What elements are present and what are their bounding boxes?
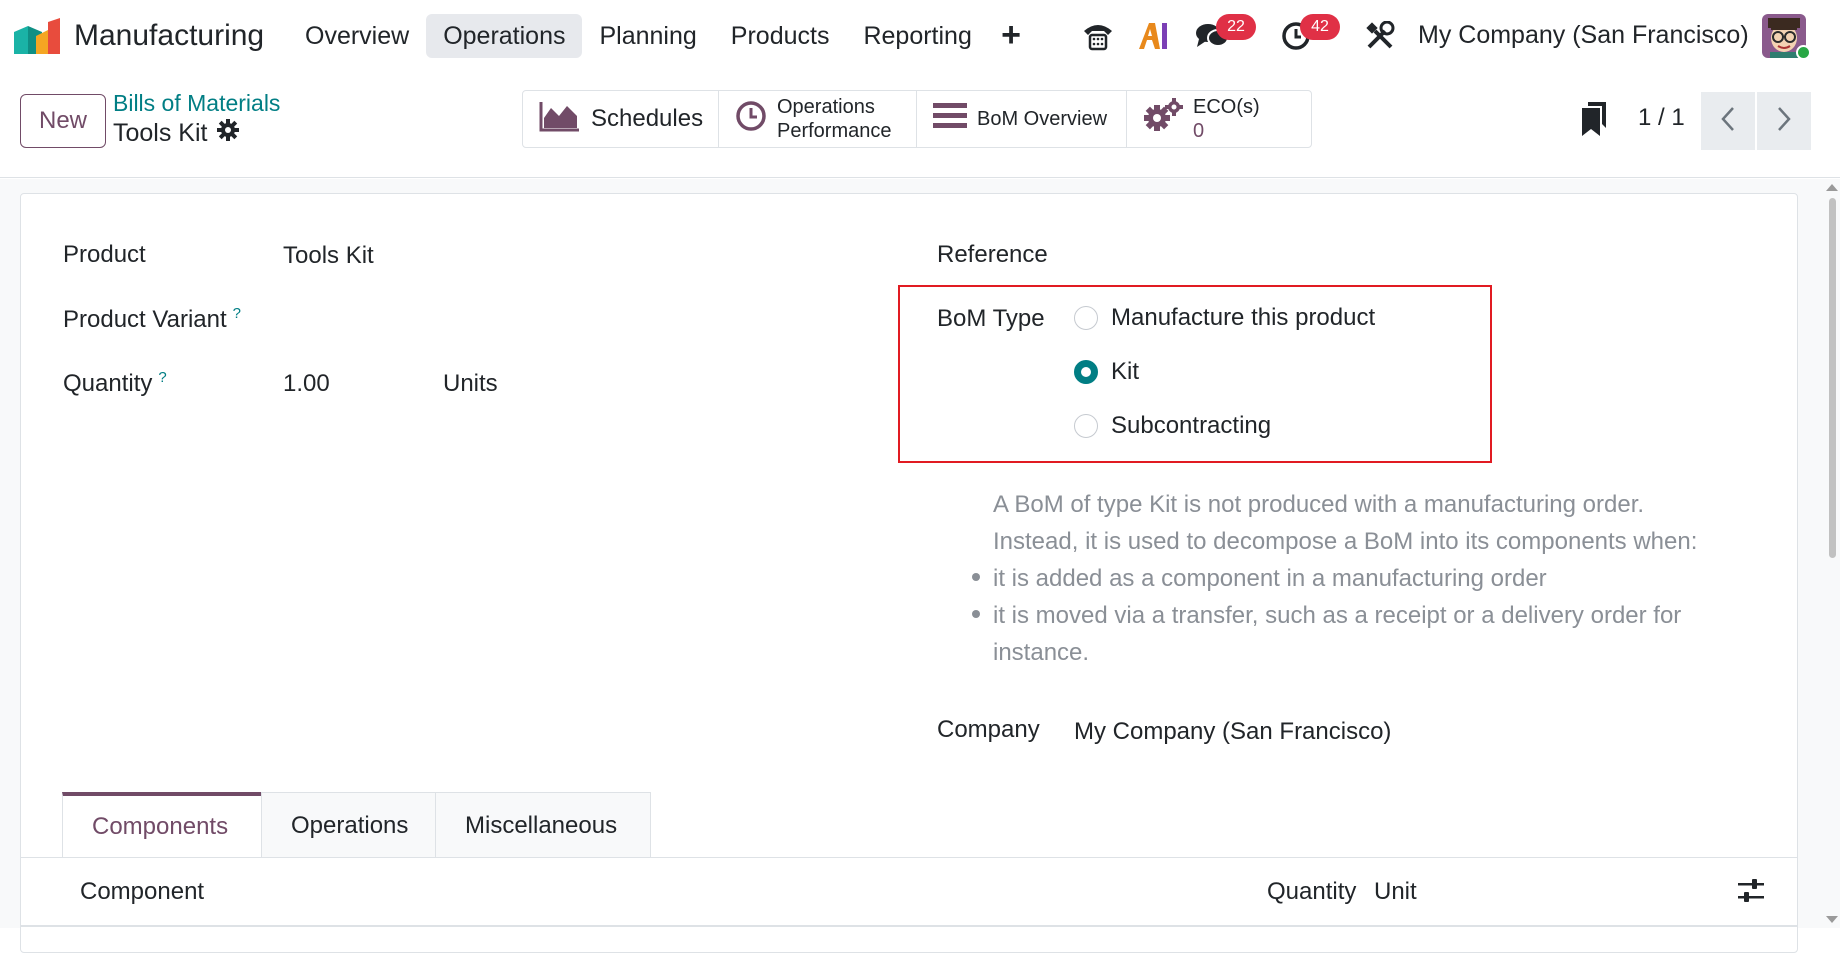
activity-badge: 42 bbox=[1300, 14, 1340, 40]
clock-icon bbox=[735, 100, 767, 138]
chat-badge: 22 bbox=[1216, 14, 1256, 40]
product-variant-label-text: Product Variant bbox=[63, 306, 227, 333]
column-header-quantity[interactable]: Quantity bbox=[1267, 878, 1356, 906]
new-button[interactable]: New bbox=[20, 94, 106, 148]
menu-planning[interactable]: Planning bbox=[582, 14, 713, 58]
note-line-2: Instead, it is used to decompose a BoM i… bbox=[993, 528, 1698, 555]
breadcrumb-bills-of-materials[interactable]: Bills of Materials bbox=[113, 90, 280, 117]
plus-icon[interactable]: + bbox=[996, 17, 1026, 53]
area-chart-icon bbox=[539, 100, 581, 138]
product-variant-help-icon[interactable]: ? bbox=[233, 305, 241, 322]
smart-buttons: Schedules Operations Performance BoM Ove… bbox=[522, 90, 1312, 148]
pager-value[interactable]: 1 / 1 bbox=[1638, 104, 1685, 132]
menu-operations[interactable]: Operations bbox=[426, 14, 583, 58]
pager-next-button[interactable] bbox=[1757, 92, 1811, 150]
bom-overview-button[interactable]: BoM Overview bbox=[917, 91, 1127, 147]
operations-performance-label: Operations Performance bbox=[777, 95, 892, 143]
eco-button[interactable]: ECO(s) 0 bbox=[1127, 91, 1311, 147]
product-field[interactable]: Tools Kit bbox=[283, 242, 374, 270]
column-header-unit[interactable]: Unit bbox=[1374, 878, 1417, 906]
online-status-dot bbox=[1796, 45, 1811, 60]
notebook-tabs: Components Operations Miscellaneous bbox=[62, 792, 651, 858]
control-panel: New Bills of Materials Tools Kit Schedul… bbox=[0, 74, 1840, 178]
menu-reporting[interactable]: Reporting bbox=[846, 14, 988, 58]
radio-label-subcontracting[interactable]: Subcontracting bbox=[1111, 412, 1271, 440]
quantity-label-text: Quantity bbox=[63, 370, 153, 397]
radio-kit[interactable] bbox=[1074, 360, 1098, 384]
chat-icon[interactable]: 22 bbox=[1194, 14, 1256, 54]
note-bullet-1: it is added as a component in a manufact… bbox=[993, 565, 1547, 592]
tab-miscellaneous[interactable]: Miscellaneous bbox=[435, 792, 651, 858]
manufacturing-app-icon[interactable] bbox=[14, 18, 62, 56]
scrollbar-thumb[interactable] bbox=[1829, 198, 1836, 558]
bom-type-label: BoM Type bbox=[937, 305, 1045, 332]
radio-label-kit[interactable]: Kit bbox=[1111, 358, 1139, 386]
menu-products[interactable]: Products bbox=[714, 14, 847, 58]
bom-overview-label: BoM Overview bbox=[977, 107, 1108, 130]
radio-manufacture-this-product[interactable] bbox=[1074, 306, 1098, 330]
quantity-unit-field[interactable]: Units bbox=[443, 370, 498, 398]
company-switcher[interactable]: My Company (San Francisco) bbox=[1418, 21, 1749, 50]
menu-overview[interactable]: Overview bbox=[288, 14, 426, 58]
product-variant-field[interactable] bbox=[283, 300, 843, 336]
company-field[interactable]: My Company (San Francisco) bbox=[1074, 718, 1391, 746]
gears-icon bbox=[1143, 98, 1183, 140]
column-header-component[interactable]: Component bbox=[80, 878, 204, 906]
main-menu: Overview Operations Planning Products Re… bbox=[288, 14, 989, 58]
note-line-1: A BoM of type Kit is not produced with a… bbox=[993, 491, 1645, 518]
pager-previous-button[interactable] bbox=[1701, 92, 1755, 150]
bullet-dot bbox=[972, 573, 980, 581]
tab-divider bbox=[20, 857, 1798, 858]
bookmark-icon[interactable] bbox=[1580, 102, 1608, 141]
scroll-down-arrow-icon[interactable] bbox=[1826, 916, 1838, 923]
scroll-up-arrow-icon[interactable] bbox=[1826, 184, 1838, 191]
company-label: Company bbox=[937, 716, 1040, 743]
note-bullet-2: it is moved via a transfer, such as a re… bbox=[993, 602, 1682, 666]
product-label: Product bbox=[63, 241, 146, 268]
operations-performance-line1: Operations bbox=[777, 96, 875, 118]
operations-performance-button[interactable]: Operations Performance bbox=[719, 91, 917, 147]
chevron-right-icon bbox=[1776, 106, 1792, 137]
quantity-label: Quantity? bbox=[63, 369, 167, 398]
radio-subcontracting[interactable] bbox=[1074, 414, 1098, 438]
bullet-dot bbox=[972, 610, 980, 618]
reference-label: Reference bbox=[937, 241, 1048, 268]
eco-label-text: ECO(s) bbox=[1193, 96, 1260, 118]
eco-count: 0 bbox=[1193, 120, 1205, 142]
list-bars-icon bbox=[933, 102, 967, 136]
radio-label-manufacture[interactable]: Manufacture this product bbox=[1111, 304, 1375, 332]
schedules-label: Schedules bbox=[591, 105, 704, 132]
product-variant-label: Product Variant? bbox=[63, 305, 241, 334]
quantity-field[interactable]: 1.00 bbox=[283, 370, 330, 398]
tab-components[interactable]: Components bbox=[62, 792, 262, 858]
activity-clock-icon[interactable]: 42 bbox=[1278, 14, 1340, 54]
top-navbar: Manufacturing Overview Operations Planni… bbox=[0, 0, 1840, 74]
gear-icon[interactable] bbox=[217, 119, 240, 148]
bom-type-help-text: A BoM of type Kit is not produced with a… bbox=[993, 486, 1733, 671]
phone-icon[interactable] bbox=[1080, 18, 1116, 54]
table-header-divider bbox=[20, 925, 1798, 927]
tools-icon[interactable] bbox=[1362, 18, 1398, 54]
schedules-button[interactable]: Schedules bbox=[523, 91, 719, 147]
record-title: Tools Kit bbox=[113, 119, 240, 148]
operations-performance-line2: Performance bbox=[777, 120, 892, 142]
optional-columns-sliders-icon[interactable] bbox=[1737, 878, 1765, 909]
quantity-help-icon[interactable]: ? bbox=[158, 369, 166, 386]
tab-operations[interactable]: Operations bbox=[261, 792, 436, 858]
ai-icon[interactable] bbox=[1136, 18, 1172, 54]
reference-field[interactable] bbox=[1074, 236, 1734, 272]
eco-label: ECO(s) 0 bbox=[1193, 95, 1260, 143]
app-name[interactable]: Manufacturing bbox=[74, 19, 264, 53]
record-title-text: Tools Kit bbox=[113, 119, 208, 147]
chevron-left-icon bbox=[1720, 106, 1736, 137]
